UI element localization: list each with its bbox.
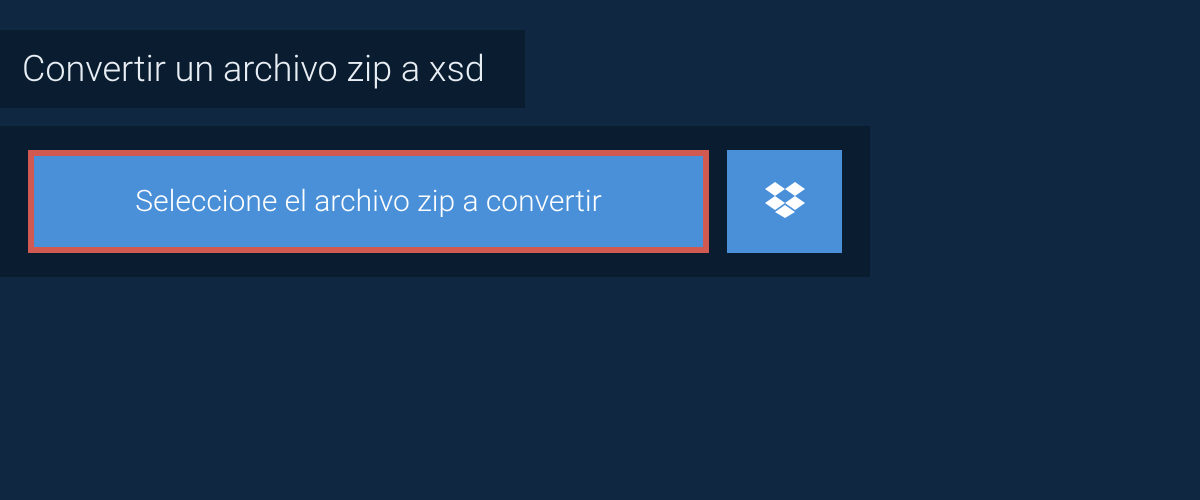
page-title: Convertir un archivo zip a xsd — [22, 48, 485, 90]
select-file-button-label: Seleccione el archivo zip a convertir — [135, 184, 601, 219]
dropbox-button[interactable] — [727, 150, 842, 253]
dropbox-icon — [765, 182, 805, 222]
upload-panel: Seleccione el archivo zip a convertir — [0, 126, 870, 277]
page-title-container: Convertir un archivo zip a xsd — [0, 30, 525, 108]
select-file-button[interactable]: Seleccione el archivo zip a convertir — [28, 150, 709, 253]
